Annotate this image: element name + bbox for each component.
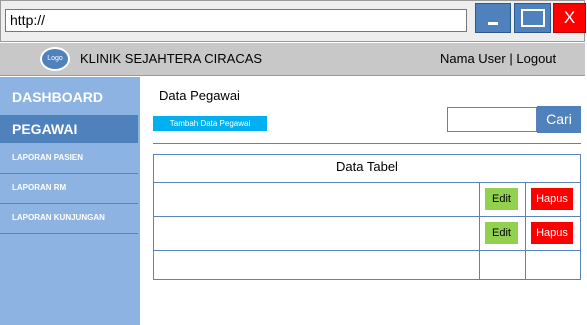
user-separator: | <box>509 51 513 66</box>
minimize-icon <box>488 21 498 25</box>
app-header: Logo KLINIK SEJAHTERA CIRACAS Nama User … <box>0 43 585 76</box>
search-input[interactable] <box>447 107 537 132</box>
sidebar-divider <box>0 233 138 234</box>
sidebar-item-pegawai[interactable]: PEGAWAI <box>0 115 138 143</box>
sidebar-divider <box>0 173 138 174</box>
close-button[interactable]: X <box>553 3 586 33</box>
edit-button[interactable]: Edit <box>485 188 518 210</box>
delete-button[interactable]: Hapus <box>531 222 573 244</box>
delete-button[interactable]: Hapus <box>531 188 573 210</box>
table-row-divider <box>154 216 580 217</box>
edit-button[interactable]: Edit <box>485 222 518 244</box>
clinic-name: KLINIK SEJAHTERA CIRACAS <box>80 51 263 66</box>
content-divider <box>153 143 581 144</box>
user-area: Nama User | Logout <box>440 51 556 66</box>
maximize-icon <box>520 8 545 27</box>
sidebar-item-dashboard[interactable]: DASHBOARD <box>0 89 138 105</box>
table-row-divider <box>154 250 580 251</box>
minimize-button[interactable] <box>475 3 511 33</box>
search-button[interactable]: Cari <box>537 106 581 133</box>
sidebar-item-laporan-pasien[interactable]: LAPORAN PASIEN <box>0 153 138 162</box>
table-row-divider <box>154 182 580 183</box>
table-header: Data Tabel <box>336 159 398 174</box>
maximize-button[interactable] <box>514 3 551 33</box>
logout-link[interactable]: Logout <box>516 51 556 66</box>
table-column-divider <box>525 182 526 279</box>
add-employee-button[interactable]: Tambah Data Pegawai <box>153 116 267 131</box>
sidebar-divider <box>0 203 138 204</box>
browser-bar: http:// X <box>0 0 586 42</box>
page-title: Data Pegawai <box>159 88 240 103</box>
sidebar: DASHBOARD PEGAWAI LAPORAN PASIEN LAPORAN… <box>0 77 140 325</box>
address-bar[interactable]: http:// <box>5 9 467 32</box>
table-column-divider <box>479 182 480 279</box>
sidebar-item-laporan-kunjungan[interactable]: LAPORAN KUNJUNGAN <box>0 213 138 222</box>
data-table: Data Tabel Edit Hapus Edit Hapus <box>153 154 581 280</box>
user-name[interactable]: Nama User <box>440 51 506 66</box>
logo: Logo <box>40 47 70 71</box>
sidebar-item-laporan-rm[interactable]: LAPORAN RM <box>0 183 138 192</box>
